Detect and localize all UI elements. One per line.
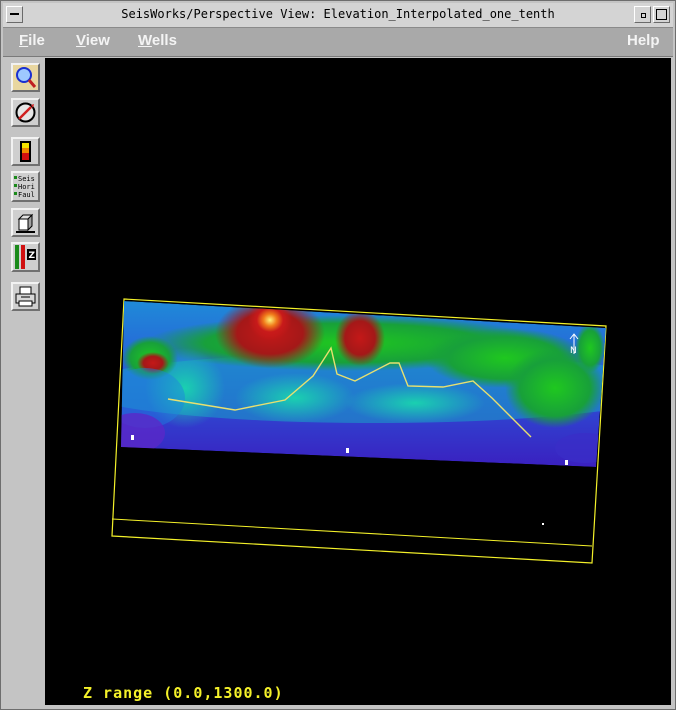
layer-seis-label: Seis	[18, 175, 35, 183]
z-scale-icon: Z	[15, 245, 36, 269]
layer-toggle-button[interactable]: Seis Hori Faul	[11, 171, 40, 202]
menu-file[interactable]: File	[19, 32, 45, 49]
display-box-icon	[16, 213, 35, 233]
well-marker	[346, 448, 349, 453]
title-bar[interactable]: SeisWorks/Perspective View: Elevation_In…	[3, 3, 673, 28]
menu-wells-mnemonic: W	[138, 32, 152, 49]
layer-hori-label: Hori	[18, 183, 35, 191]
elevation-surface	[121, 301, 606, 467]
minimize-button[interactable]	[634, 6, 651, 23]
menu-file-mnemonic: F	[19, 32, 29, 49]
tool-palette: Seis Hori Faul Z	[3, 57, 45, 705]
layer-toggle-icon: Seis Hori Faul	[14, 175, 35, 199]
menu-file-label: ile	[28, 32, 45, 49]
menu-view-label: iew	[85, 32, 110, 49]
display-box-button[interactable]	[11, 208, 40, 237]
z-label: Z	[29, 251, 36, 261]
minimize-icon	[641, 13, 646, 18]
perspective-viewport[interactable]: N Z range (0.0,1300.0)	[45, 58, 671, 705]
layer-faul-label: Faul	[18, 191, 35, 199]
menu-view-mnemonic: V	[76, 32, 86, 49]
menu-help[interactable]: Help	[627, 32, 660, 49]
perspective-scene: N	[111, 298, 607, 564]
window-title: SeisWorks/Perspective View: Elevation_In…	[121, 7, 555, 21]
zoom-button[interactable]	[11, 63, 40, 92]
color-scale-icon	[20, 141, 31, 162]
rotate-icon	[15, 102, 36, 123]
north-label: N	[570, 346, 577, 356]
menu-wells-label: ells	[151, 32, 177, 49]
print-button[interactable]	[11, 282, 40, 311]
rotate-button[interactable]	[11, 98, 40, 127]
z-scale-button[interactable]: Z	[11, 242, 40, 272]
zoom-icon	[13, 65, 38, 90]
well-marker	[131, 435, 134, 440]
well-marker	[565, 460, 568, 465]
well-marker	[542, 523, 544, 525]
app-window: SeisWorks/Perspective View: Elevation_In…	[0, 0, 676, 710]
maximize-button[interactable]	[653, 6, 670, 23]
print-icon	[15, 286, 36, 307]
menu-bar: File View Wells Help	[3, 28, 673, 57]
menu-view[interactable]: View	[76, 32, 110, 49]
volume-base-edge	[111, 518, 593, 547]
z-range-label: Z range (0.0,1300.0)	[83, 684, 284, 702]
menu-wells[interactable]: Wells	[138, 32, 177, 49]
color-scale-button[interactable]	[11, 137, 40, 166]
maximize-icon	[656, 9, 667, 20]
